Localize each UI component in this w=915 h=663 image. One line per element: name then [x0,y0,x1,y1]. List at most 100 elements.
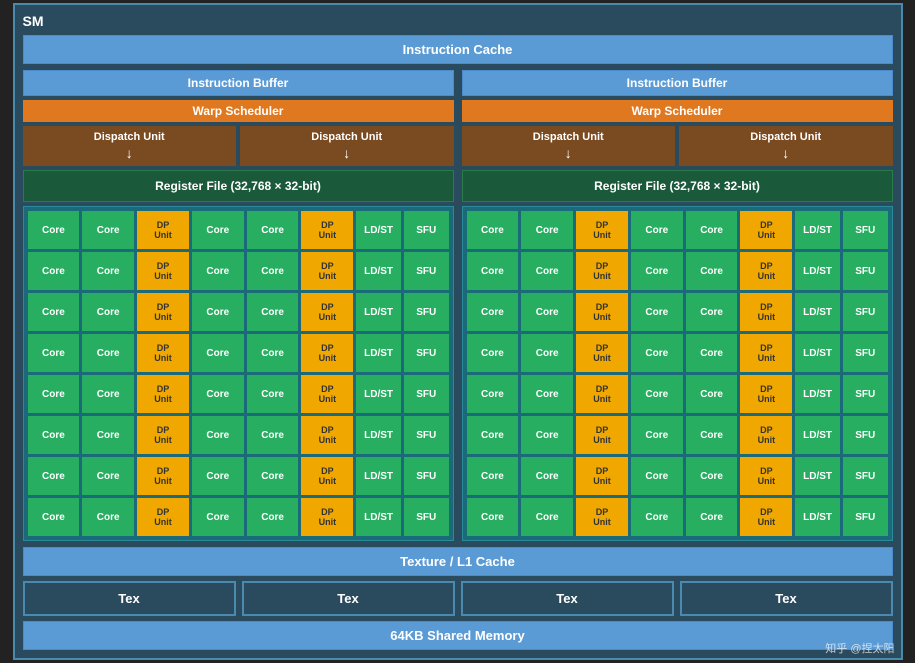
ldst-cell: LD/ST [795,498,840,536]
ldst-cell: LD/ST [795,416,840,454]
core-cell: Core [467,252,519,290]
right-dispatch-unit-1: Dispatch Unit [462,126,676,166]
left-dispatch-unit-2: Dispatch Unit [240,126,454,166]
core-cell: Core [82,498,134,536]
core-cell: Core [82,416,134,454]
ldst-cell: LD/ST [356,293,401,331]
core-cell: Core [82,293,134,331]
core-cell: Core [28,293,80,331]
ldst-cell: LD/ST [795,252,840,290]
left-half: Instruction Buffer Warp Scheduler Dispat… [23,70,454,541]
table-row: Core Core DPUnit Core Core DPUnit LD/ST … [467,293,888,331]
core-cell: Core [521,457,573,495]
core-cell: Core [28,416,80,454]
core-cell: Core [247,375,299,413]
left-dispatch-unit-1: Dispatch Unit [23,126,237,166]
core-cell: Core [686,457,738,495]
texture-cache: Texture / L1 Cache [23,547,893,576]
sfu-cell: SFU [404,416,449,454]
core-cell: Core [82,457,134,495]
left-register-file: Register File (32,768 × 32-bit) [23,170,454,202]
sfu-cell: SFU [404,211,449,249]
core-cell: Core [467,334,519,372]
core-cell: Core [82,252,134,290]
sfu-cell: SFU [404,252,449,290]
core-cell: Core [521,334,573,372]
shared-memory: 64KB Shared Memory [23,621,893,650]
core-cell: Core [28,375,80,413]
core-cell: Core [82,375,134,413]
core-cell: Core [467,416,519,454]
dp-unit-cell: DPUnit [576,375,628,413]
core-cell: Core [28,334,80,372]
ldst-cell: LD/ST [356,252,401,290]
core-cell: Core [192,293,244,331]
core-cell: Core [686,293,738,331]
tex-unit-2: Tex [242,581,455,616]
sm-label: SM [23,13,893,29]
sfu-cell: SFU [404,293,449,331]
dp-unit-cell: DPUnit [576,211,628,249]
dp-unit-cell: DPUnit [301,416,353,454]
ldst-cell: LD/ST [356,416,401,454]
core-cell: Core [82,334,134,372]
core-cell: Core [28,211,80,249]
core-cell: Core [247,293,299,331]
core-cell: Core [521,498,573,536]
sfu-cell: SFU [843,252,888,290]
core-cell: Core [631,334,683,372]
ldst-cell: LD/ST [795,211,840,249]
core-cell: Core [247,211,299,249]
core-cell: Core [686,211,738,249]
core-cell: Core [28,498,80,536]
ldst-cell: LD/ST [795,375,840,413]
core-cell: Core [192,334,244,372]
right-register-file: Register File (32,768 × 32-bit) [462,170,893,202]
sfu-cell: SFU [843,498,888,536]
dp-unit-cell: DPUnit [301,211,353,249]
table-row: Core Core DPUnit Core Core DPUnit LD/ST … [28,498,449,536]
ldst-cell: LD/ST [795,457,840,495]
core-cell: Core [521,252,573,290]
tex-unit-3: Tex [461,581,674,616]
dp-unit-cell: DPUnit [301,498,353,536]
tex-unit-4: Tex [680,581,893,616]
core-cell: Core [686,334,738,372]
table-row: Core Core DPUnit Core Core DPUnit LD/ST … [28,211,449,249]
dp-unit-cell: DPUnit [740,211,792,249]
table-row: Core Core DPUnit Core Core DPUnit LD/ST … [28,252,449,290]
ldst-cell: LD/ST [795,334,840,372]
right-dispatch-row: Dispatch Unit Dispatch Unit [462,126,893,166]
core-cell: Core [247,498,299,536]
core-cell: Core [686,416,738,454]
core-cell: Core [192,211,244,249]
table-row: Core Core DPUnit Core Core DPUnit LD/ST … [467,211,888,249]
tex-row: Tex Tex Tex Tex [23,581,893,616]
core-cell: Core [631,498,683,536]
ldst-cell: LD/ST [356,211,401,249]
core-cell: Core [686,498,738,536]
core-cell: Core [686,375,738,413]
core-cell: Core [686,252,738,290]
table-row: Core Core DPUnit Core Core DPUnit LD/ST … [467,498,888,536]
sfu-cell: SFU [843,293,888,331]
core-cell: Core [247,416,299,454]
right-instruction-buffer: Instruction Buffer [462,70,893,96]
right-warp-scheduler: Warp Scheduler [462,100,893,122]
dp-unit-cell: DPUnit [301,457,353,495]
dp-unit-cell: DPUnit [137,211,189,249]
core-cell: Core [467,293,519,331]
core-cell: Core [521,416,573,454]
sfu-cell: SFU [843,211,888,249]
dp-unit-cell: DPUnit [740,498,792,536]
ldst-cell: LD/ST [795,293,840,331]
left-warp-scheduler: Warp Scheduler [23,100,454,122]
table-row: Core Core DPUnit Core Core DPUnit LD/ST … [28,416,449,454]
core-cell: Core [247,457,299,495]
dp-unit-cell: DPUnit [740,375,792,413]
table-row: Core Core DPUnit Core Core DPUnit LD/ST … [28,334,449,372]
ldst-cell: LD/ST [356,498,401,536]
ldst-cell: LD/ST [356,375,401,413]
sfu-cell: SFU [404,334,449,372]
tex-unit-1: Tex [23,581,236,616]
